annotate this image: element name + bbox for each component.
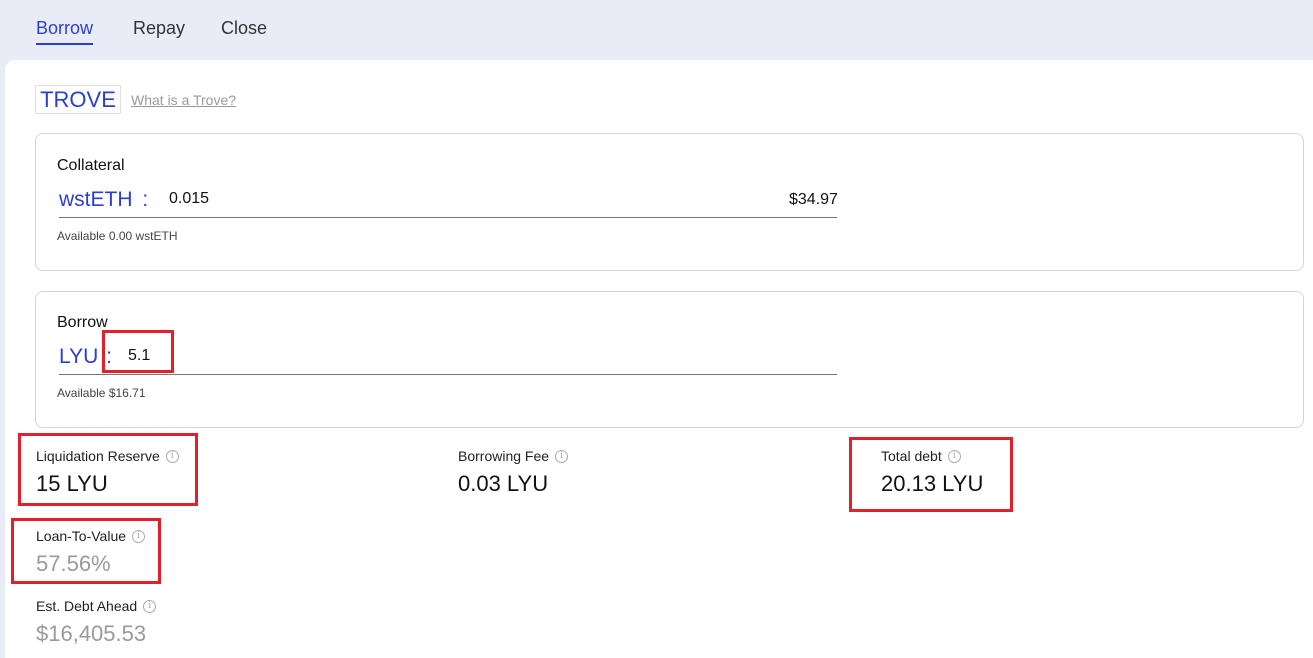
collateral-card: Collateral wstETH : $34.97 Available 0.0…	[35, 133, 1304, 271]
tab-bar: Borrow Repay Close	[0, 0, 1313, 60]
collateral-token-label: wstETH :	[59, 188, 148, 212]
borrow-input-underline	[59, 374, 837, 375]
highlight-box-liquidation-reserve	[18, 433, 198, 506]
collateral-input-underline	[59, 217, 837, 218]
collateral-label: Collateral	[57, 157, 125, 174]
borrow-card: Borrow LYU : Available $16.71	[35, 291, 1304, 428]
trove-badge: TROVE	[35, 85, 121, 114]
collateral-token: wstETH	[59, 188, 133, 211]
borrowing-fee-value: 0.03 LYU	[458, 471, 549, 496]
borrowing-fee-stat: Borrowing Fee i 0.03 LYU	[458, 448, 569, 497]
tab-repay[interactable]: Repay	[133, 18, 185, 43]
est-debt-ahead-label-row: Est. Debt Ahead i	[36, 598, 157, 614]
collateral-available: Available 0.00 wstETH	[57, 229, 178, 243]
highlight-box-total-debt	[849, 437, 1013, 512]
borrow-label: Borrow	[57, 314, 108, 331]
borrowing-fee-label: Borrowing Fee	[458, 448, 550, 464]
est-debt-ahead-label: Est. Debt Ahead	[36, 598, 138, 614]
highlight-box-loan-to-value	[11, 518, 161, 584]
info-icon[interactable]: i	[143, 599, 157, 613]
est-debt-ahead-value: $16,405.53	[36, 621, 147, 646]
collateral-amount-input[interactable]	[169, 190, 669, 208]
info-icon[interactable]: i	[555, 449, 569, 463]
borrow-available: Available $16.71	[57, 386, 146, 400]
borrowing-fee-label-row: Borrowing Fee i	[458, 448, 569, 464]
highlight-box-borrow-amount	[102, 330, 174, 373]
borrow-token: LYU	[59, 345, 99, 368]
est-debt-ahead-stat: Est. Debt Ahead i $16,405.53	[36, 598, 157, 647]
what-is-trove-link[interactable]: What is a Trove?	[131, 92, 236, 108]
tab-close[interactable]: Close	[221, 18, 267, 43]
collateral-usd-value: $34.97	[789, 191, 838, 208]
tab-borrow[interactable]: Borrow	[36, 18, 94, 45]
collateral-separator: :	[142, 188, 149, 211]
